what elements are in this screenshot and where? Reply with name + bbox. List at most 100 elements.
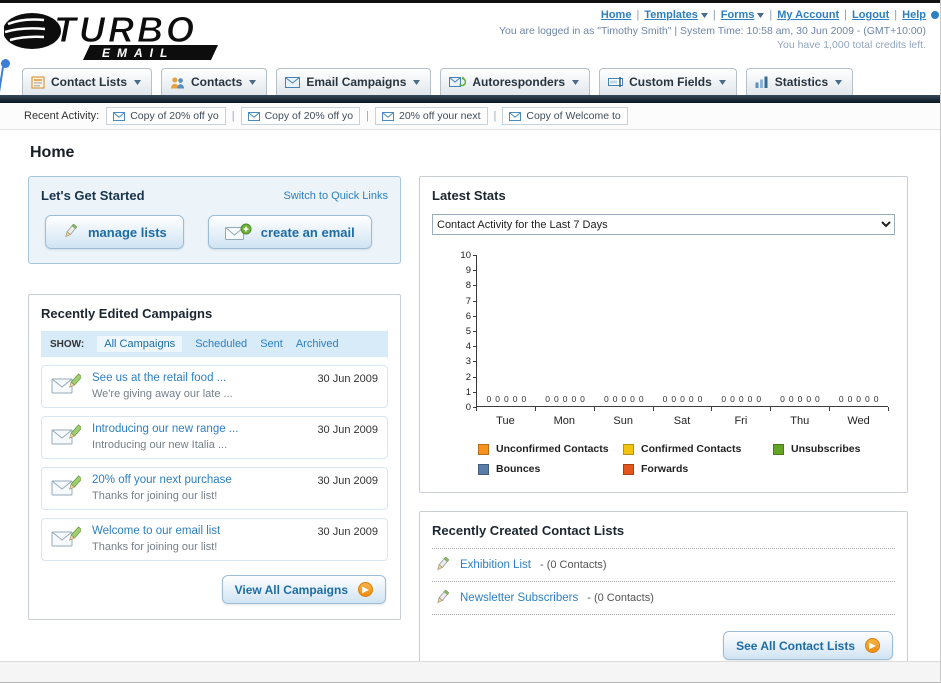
view-all-campaigns-button[interactable]: View All Campaigns ▶ xyxy=(221,575,386,604)
filter-archived[interactable]: Archived xyxy=(296,338,339,350)
page-title: Home xyxy=(30,144,75,161)
top-nav-my-account[interactable]: My Account xyxy=(777,9,839,21)
x-tick-mark xyxy=(534,407,536,411)
top-nav-label: Forms xyxy=(720,9,755,21)
bar-value: 0 xyxy=(780,394,785,404)
filter-scheduled[interactable]: Scheduled xyxy=(195,338,247,350)
bar-value: 0 xyxy=(688,394,694,404)
x-axis-label: Sat xyxy=(673,415,691,427)
nav-tabs: Contact Lists Contacts Email Campaigns Auto… xyxy=(0,65,940,95)
recent-activity-item[interactable]: Copy of 20% off yo xyxy=(240,107,361,125)
caret-down-icon xyxy=(413,79,421,85)
recent-activity-item[interactable]: Copy of 20% off yo xyxy=(106,107,226,125)
separator: | xyxy=(769,9,773,21)
bar-value: 0 xyxy=(503,394,509,404)
recent-activity-item-label: Copy of 20% off yo xyxy=(130,110,219,122)
legend-swatch xyxy=(478,443,489,455)
switch-quick-links-link[interactable]: Switch to Quick Links xyxy=(283,190,388,202)
top-nav-help[interactable]: Help xyxy=(902,9,926,21)
campaign-subtitle: Introducing our new Italia ... xyxy=(92,439,228,451)
legend-swatch xyxy=(623,443,634,455)
bar-value-labels: 00000 xyxy=(594,394,653,404)
y-tick-label: 8 xyxy=(465,280,471,292)
left-column: Let's Get Started Switch to Quick Links … xyxy=(28,176,401,620)
tab-label: Autoresponders xyxy=(472,75,566,89)
campaign-title-link[interactable]: See us at the retail food ... xyxy=(92,372,308,384)
contact-list-items: Exhibition List - (0 Contacts) Newsletter … xyxy=(432,548,895,615)
contact-activity-chart: 0 1 2 3 4 5 6 7 8 9 10 0 0 0 0 0 0 0 0 0 0 0 0 0 0 0 0 0 0 0 0 0 0 0 0 0 0 0 0… xyxy=(460,250,889,427)
tab-contact-lists[interactable]: Contact Lists xyxy=(22,68,153,95)
x-axis-label: Wed xyxy=(847,415,870,427)
legend-item: Confirmed Contacts xyxy=(623,443,773,455)
logo-subtitle-text: EMAIL xyxy=(102,46,174,60)
filter-sent[interactable]: Sent xyxy=(260,338,283,350)
see-all-row: See All Contact Lists ▶ xyxy=(432,631,893,660)
recent-activity-item[interactable]: 20% off your next xyxy=(374,107,488,125)
bar-value-labels: 00000 xyxy=(536,394,595,404)
help-indicator-dot-icon xyxy=(931,11,939,19)
bar-value: 0 xyxy=(553,394,559,404)
top-nav-label: My Account xyxy=(777,9,840,21)
legend-label: Unsubscribes xyxy=(791,443,861,455)
credits-info: You have 1,000 total credits left. xyxy=(776,39,926,51)
recent-campaigns-title: Recently Edited Campaigns xyxy=(41,306,213,321)
email-campaigns-icon xyxy=(285,76,301,88)
top-nav-templates[interactable]: Templates xyxy=(644,9,708,21)
contact-list-detail: - (0 Contacts) xyxy=(587,592,654,604)
create-email-button[interactable]: create an email xyxy=(207,215,372,249)
contact-list-name-link[interactable]: Newsletter Subscribers xyxy=(460,592,578,604)
tab-contacts[interactable]: Contacts xyxy=(161,68,268,95)
top-nav-home[interactable]: Home xyxy=(601,9,632,21)
caret-down-icon xyxy=(718,79,726,85)
campaign-item: Introducing our new range ... Introducing… xyxy=(41,416,388,459)
y-tick-label: 4 xyxy=(465,341,471,353)
legend-label: Confirmed Contacts xyxy=(641,443,742,455)
recent-activity-item-label: Copy of 20% off yo xyxy=(264,110,354,122)
top-nav-label: Home xyxy=(600,9,632,21)
campaign-filters: SHOW: All Campaigns Scheduled Sent Archived xyxy=(41,331,388,357)
tab-statistics[interactable]: Statistics xyxy=(745,68,854,95)
chart-legend: Unconfirmed Contacts Confirmed Contacts Un… xyxy=(478,443,895,475)
campaign-title-link[interactable]: Welcome to our email list xyxy=(92,525,308,537)
x-tick-mark xyxy=(770,407,772,411)
campaign-title-link[interactable]: 20% off your next purchase xyxy=(92,474,308,486)
tab-label: Statistics xyxy=(774,75,829,89)
manage-lists-button[interactable]: manage lists xyxy=(45,215,184,249)
tab-custom-fields[interactable]: Custom Fields xyxy=(599,68,737,95)
caret-down-icon xyxy=(757,9,765,21)
contact-lists-panel: Recently Created Contact Lists Exhibitio… xyxy=(419,511,908,676)
caret-down-icon xyxy=(134,79,142,85)
view-all-row: View All Campaigns ▶ xyxy=(41,575,386,604)
envelope-plus-icon xyxy=(224,223,252,241)
tab-email-campaigns[interactable]: Email Campaigns xyxy=(276,68,432,95)
bar-value: 0 xyxy=(797,394,803,404)
contact-list-name-link[interactable]: Exhibition List xyxy=(460,559,531,571)
main-content: Home Let's Get Started Switch to Quick L… xyxy=(0,130,940,676)
bar-value: 0 xyxy=(856,394,862,404)
get-started-panel: Let's Get Started Switch to Quick Links … xyxy=(28,176,401,264)
envelope-icon xyxy=(381,111,394,121)
caret-down-icon xyxy=(835,79,843,85)
manage-lists-label: manage lists xyxy=(88,224,167,240)
x-tick-mark xyxy=(888,407,889,411)
bar-value-labels: 00000 xyxy=(829,394,888,404)
separator: | xyxy=(366,110,369,122)
top-nav-logout[interactable]: Logout xyxy=(852,9,889,21)
stats-activity-select[interactable]: Contact Activity for the Last 7 Days xyxy=(432,214,895,235)
recent-activity-item[interactable]: Copy of Welcome to xyxy=(502,107,628,125)
campaign-title-link[interactable]: Introducing our new range ... xyxy=(92,423,308,435)
recent-activity-bar: Recent Activity: Copy of 20% off yo | Copy… xyxy=(0,103,940,130)
legend-item: Unsubscribes xyxy=(773,443,923,455)
see-all-contact-lists-button[interactable]: See All Contact Lists ▶ xyxy=(723,631,893,660)
tab-autoresponders[interactable]: Autoresponders xyxy=(440,68,591,95)
top-nav-forms[interactable]: Forms xyxy=(721,9,765,21)
autoresponders-icon xyxy=(449,76,467,88)
y-tick-label: 3 xyxy=(465,356,471,368)
separator: | xyxy=(636,9,640,21)
bar-value: 0 xyxy=(680,394,685,404)
campaign-text: 20% off your next purchase Thanks for joi… xyxy=(92,474,308,502)
bar-value: 0 xyxy=(738,394,744,404)
tab-label: Contacts xyxy=(191,75,243,89)
bar-value-labels: 00000 xyxy=(477,394,536,404)
filter-all-campaigns[interactable]: All Campaigns xyxy=(97,336,183,352)
